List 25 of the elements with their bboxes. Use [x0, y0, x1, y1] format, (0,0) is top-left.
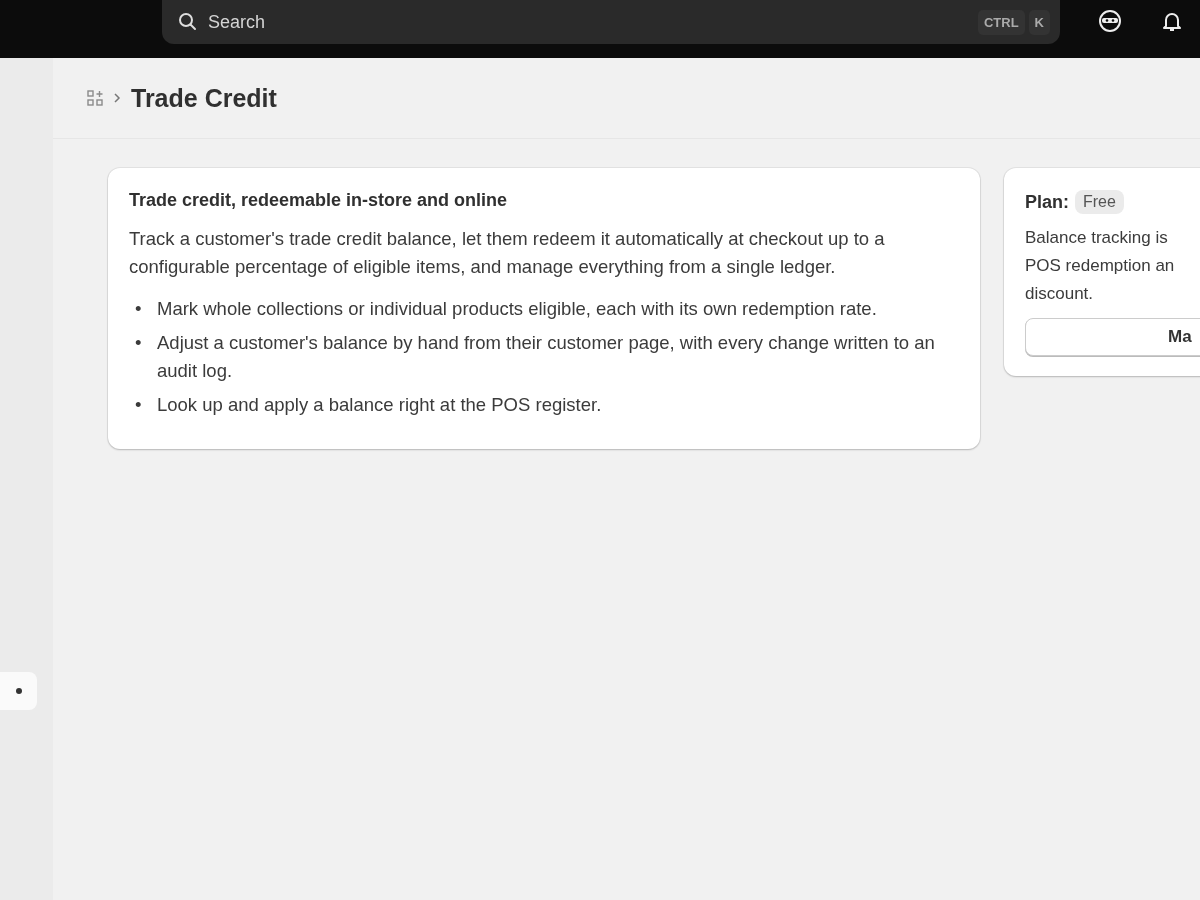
shortcut-key: K	[1028, 9, 1050, 35]
bullet-marker: •	[134, 331, 143, 355]
card-description: Track a customer's trade credit balance, let them redeem it automatically at checkout up to a configurable percentage of eligible items, and manage everything from a single ledger.	[129, 227, 886, 279]
apps-icon[interactable]	[87, 90, 103, 106]
card-title: Trade credit, redeemable in-store and online	[129, 190, 509, 211]
mask-icon[interactable]	[1098, 9, 1122, 33]
search-field[interactable]: Search CTRL K	[162, 0, 1060, 44]
manage-button[interactable]: Ma	[1025, 318, 1200, 356]
page-title: Trade Credit	[131, 83, 277, 113]
panel-tab[interactable]	[0, 672, 37, 710]
search-icon	[178, 12, 198, 32]
plan-label: Plan:	[1025, 191, 1069, 213]
feature-bullet: Adjust a customer's balance by hand from their customer page, with every change written to an audit log.	[157, 331, 936, 383]
plan-text-line: POS redemption an	[1025, 255, 1176, 277]
bullet-marker: •	[134, 393, 143, 417]
feature-bullet: Look up and apply a balance right at the POS register.	[157, 393, 603, 417]
search-input[interactable]: Search	[206, 10, 966, 34]
bullet-marker: •	[134, 297, 143, 321]
dot-icon	[15, 688, 22, 694]
shortcut-key: CTRL	[977, 9, 1025, 35]
plan-text-line: Balance tracking is	[1025, 227, 1169, 249]
feature-bullet: Mark whole collections or individual products eligible, each with its own redemption rate.	[157, 297, 878, 321]
plan-badge: Free	[1075, 190, 1124, 214]
plan-text-line: discount.	[1025, 283, 1095, 305]
chevron-icon	[113, 92, 121, 104]
